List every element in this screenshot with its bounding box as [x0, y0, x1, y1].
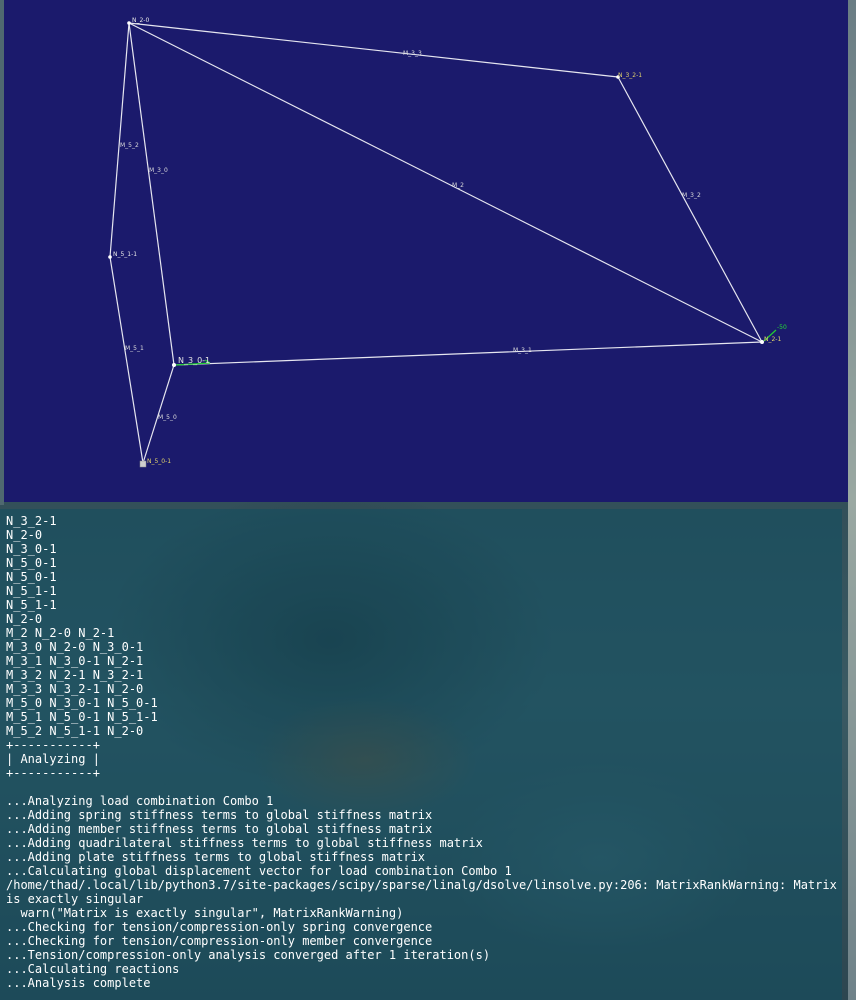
node-N_5_1-1[interactable] [108, 255, 112, 259]
terminal-line: N_5_0-1 [6, 556, 57, 570]
member-label-M_3_1: M_3_1 [513, 347, 532, 354]
terminal-line: N_5_1-1 [6, 598, 57, 612]
terminal-line: M_5_0 N_3_0-1 N_5_0-1 [6, 696, 158, 710]
member-M_3_1[interactable] [173, 341, 763, 366]
terminal-line: ...Tension/compression-only analysis con… [6, 948, 491, 962]
terminal-line: N_3_0-1 [6, 542, 57, 556]
terminal-line: M_3_2 N_2-1 N_3_2-1 [6, 668, 144, 682]
terminal-line: N_5_0-1 [6, 570, 57, 584]
terminal-line: ...Adding plate stiffness terms to globa… [6, 850, 426, 864]
terminal-line: M_3_1 N_3_0-1 N_2-1 [6, 654, 144, 668]
node-label-N_5_0-1: N_5_0-1 [147, 458, 171, 465]
member-M_5_2[interactable] [109, 22, 130, 258]
member-label-M_5_0: M_5_0 [158, 414, 177, 421]
terminal-line: ...Analyzing load combination Combo 1 [6, 794, 274, 808]
terminal-line: M_5_1 N_5_0-1 N_5_1-1 [6, 710, 158, 724]
member-label-M_5_2: M_5_2 [120, 142, 139, 149]
node-label-N_3_0-1: N_3_0-1 [178, 356, 210, 365]
member-label-M_3_0: M_3_0 [149, 167, 168, 174]
member-M_3_3[interactable] [128, 22, 619, 78]
node-label-N_3_2-1: N_3_2-1 [618, 72, 642, 79]
terminal-line: N_2-0 [6, 612, 43, 626]
terminal-line: ...Checking for tension/compression-only… [6, 920, 433, 934]
terminal-line: ...Analysis complete [6, 976, 151, 990]
terminal-line: N_2-0 [6, 528, 43, 542]
member-M_2[interactable] [128, 22, 763, 343]
wallpaper-edge [848, 0, 856, 1000]
terminal-line: ...Checking for tension/compression-only… [6, 934, 433, 948]
terminal-line: ...Calculating global displacement vecto… [6, 864, 512, 878]
node-label-N_2-1: N_2-1 [764, 336, 781, 343]
terminal-line: warn("Matrix is exactly singular", Matri… [6, 906, 404, 920]
load-value-label: -50 [777, 324, 787, 331]
terminal-line: ...Adding quadrilateral stiffness terms … [6, 836, 483, 850]
member-label-M_3_3: M_3_3 [403, 50, 422, 57]
terminal-line: N_3_2-1 [6, 514, 57, 528]
terminal-line: ...Adding spring stiffness terms to glob… [6, 808, 433, 822]
terminal-line: M_3_3 N_3_2-1 N_2-0 [6, 682, 144, 696]
terminal-line: M_3_0 N_2-0 N_3_0-1 [6, 640, 144, 654]
node-N_2-0[interactable] [127, 21, 131, 25]
structure-viewer-window[interactable]: M_3_3 M_5_2 M_3_0 M_2 M_3_2 M_5_1 M_3_1 … [4, 0, 848, 502]
member-M_5_1[interactable] [109, 256, 144, 464]
support-icon [139, 460, 147, 468]
terminal-line: +-----------+ [6, 766, 100, 780]
member-label-M_5_1: M_5_1 [125, 345, 144, 352]
terminal-line: /home/thad/.local/lib/python3.7/site-pac… [6, 878, 837, 906]
terminal-line: M_2 N_2-0 N_2-1 [6, 626, 115, 640]
terminal-line: N_5_1-1 [6, 584, 57, 598]
terminal-line: +-----------+ [6, 738, 100, 752]
node-N_3_0-1[interactable] [172, 363, 176, 367]
member-M_3_0[interactable] [128, 22, 175, 366]
member-label-M_2: M_2 [452, 182, 464, 189]
member-M_3_2[interactable] [617, 76, 763, 343]
terminal-line: ...Adding member stiffness terms to glob… [6, 822, 433, 836]
terminal-line: | Analyzing | [6, 752, 100, 766]
structure-model-canvas[interactable]: M_3_3 M_5_2 M_3_0 M_2 M_3_2 M_5_1 M_3_1 … [4, 0, 848, 502]
member-label-M_3_2: M_3_2 [682, 192, 701, 199]
node-label-N_5_1-1: N_5_1-1 [113, 251, 137, 258]
node-label-N_2-0: N_2-0 [132, 17, 149, 24]
terminal-output[interactable]: N_3_2-1 N_2-0 N_3_0-1 N_5_0-1 N_5_0-1 N_5_1-1… [0, 509, 842, 1000]
terminal-line: ...Calculating reactions [6, 962, 180, 976]
terminal-line: M_5_2 N_5_1-1 N_2-0 [6, 724, 144, 738]
